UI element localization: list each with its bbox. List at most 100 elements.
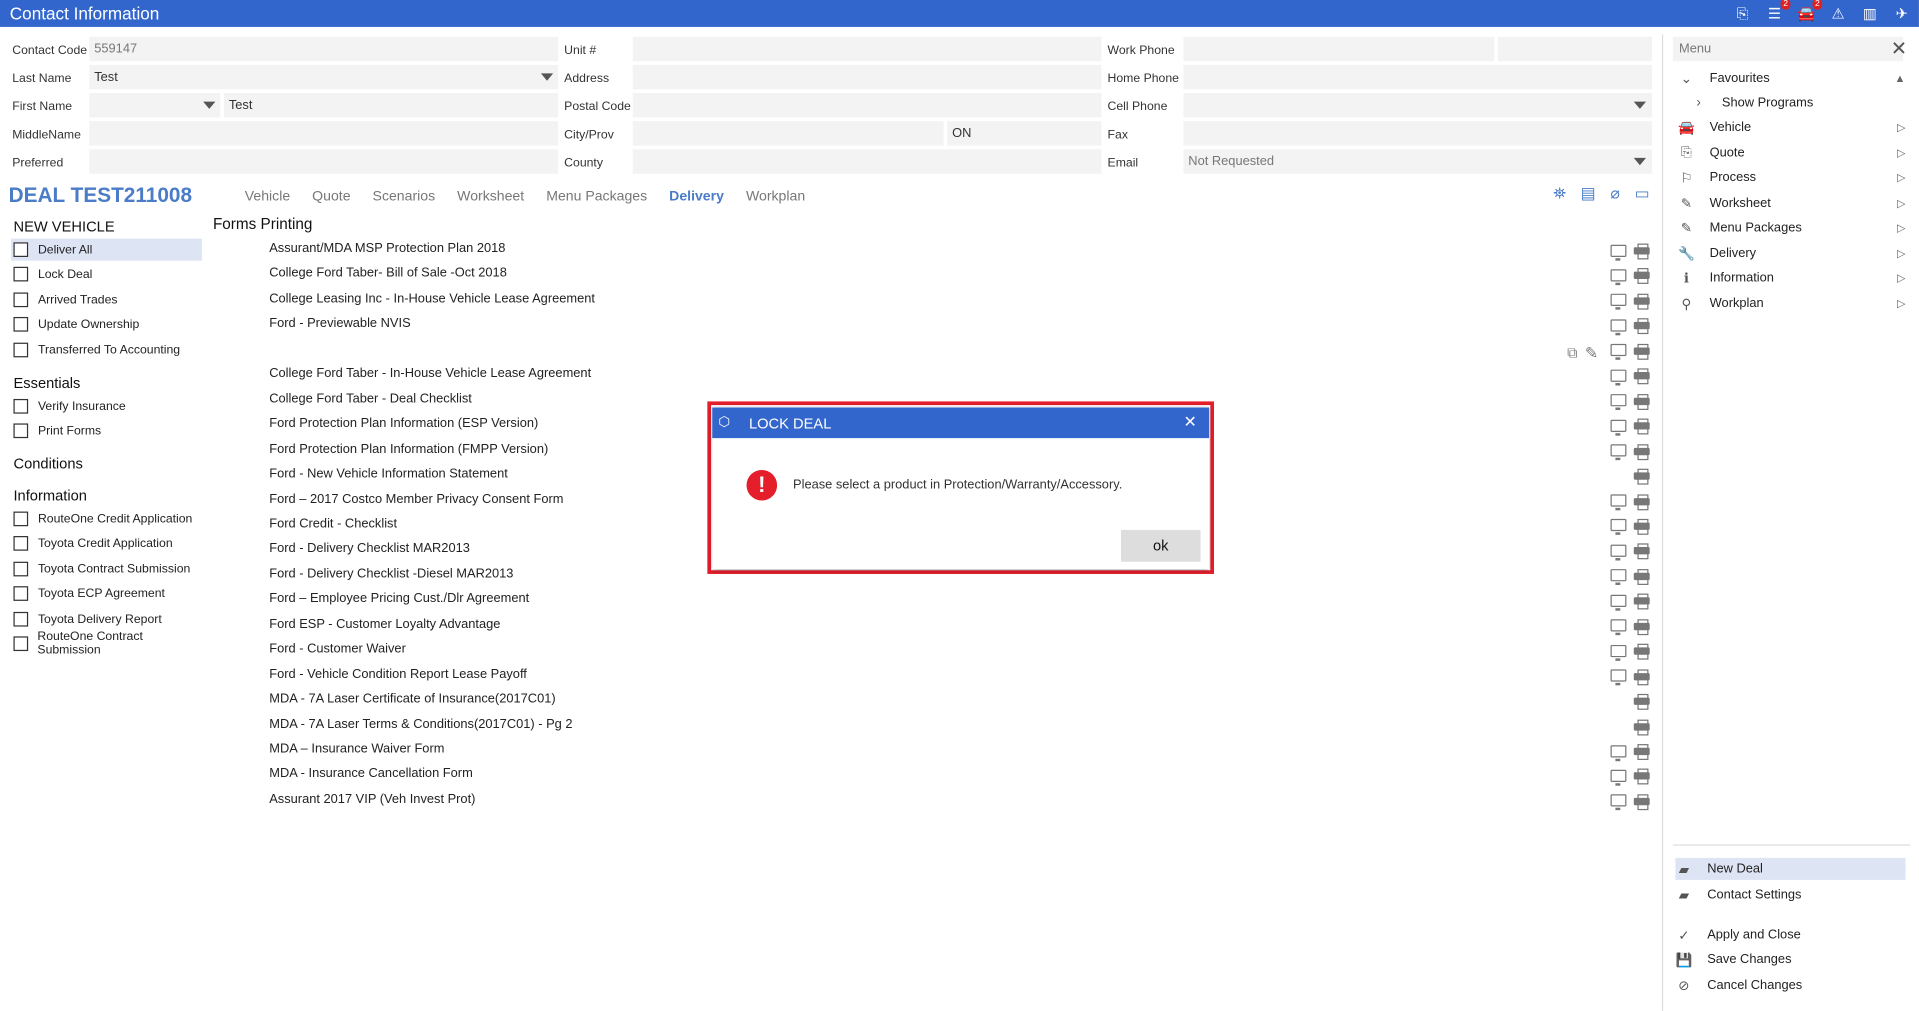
printer-icon[interactable] (1633, 293, 1650, 310)
first-name-field[interactable]: Test (223, 93, 559, 118)
printer-icon[interactable] (1633, 518, 1650, 535)
preview-monitor-icon[interactable] (1610, 294, 1627, 311)
printer-icon[interactable] (1633, 343, 1650, 360)
cell-phone-dropdown-icon[interactable] (1633, 101, 1647, 109)
printer-icon[interactable] (1633, 694, 1650, 710)
checkbox[interactable] (13, 636, 28, 652)
preview-monitor-icon[interactable] (1610, 369, 1627, 386)
list-icon[interactable]: ☰ 2 (1765, 0, 1791, 24)
form-item[interactable]: College Leasing Inc - In-House Vehicle L… (269, 291, 595, 306)
checklist-item[interactable]: Arrived Trades (11, 289, 202, 311)
menu-item-delivery[interactable]: 🔧 Delivery ▷ (1678, 242, 1905, 264)
preview-monitor-icon[interactable] (1610, 394, 1627, 411)
expand-arrow-icon[interactable]: ▷ (1897, 121, 1905, 134)
checkbox[interactable] (13, 398, 29, 414)
document-icon[interactable]: ▤ (1581, 184, 1596, 204)
checkbox[interactable] (13, 342, 29, 358)
preview-doc-icon[interactable]: ⧉ (1567, 344, 1577, 362)
form-item[interactable]: Ford - New Vehicle Information Statement (269, 466, 508, 481)
close-icon[interactable]: ✕ (1891, 37, 1907, 61)
printer-icon[interactable] (1633, 618, 1650, 635)
last-name-dropdown-icon[interactable] (540, 73, 554, 81)
tab-menu-packages[interactable]: Menu Packages (546, 190, 647, 205)
menu-search-input[interactable]: Menu (1672, 36, 1904, 62)
checklist-item[interactable]: Verify Insurance (11, 395, 202, 417)
printer-icon[interactable] (1633, 368, 1650, 385)
form-item[interactable]: College Ford Taber- Bill of Sale -Oct 20… (269, 266, 507, 281)
printer-icon[interactable] (1633, 643, 1650, 660)
checkbox[interactable] (13, 316, 29, 332)
cell-phone-field[interactable] (1183, 93, 1653, 118)
form-item[interactable]: MDA - 7A Laser Terms & Conditions(2017C0… (269, 717, 572, 732)
preview-monitor-icon[interactable] (1610, 769, 1627, 786)
printer-icon[interactable] (1633, 443, 1650, 460)
preview-monitor-icon[interactable] (1610, 419, 1627, 436)
checkbox[interactable] (13, 242, 29, 257)
last-name-field[interactable]: Test (89, 64, 559, 90)
preview-monitor-icon[interactable] (1610, 544, 1627, 561)
province-field[interactable]: ON (947, 121, 1102, 146)
expand-arrow-icon[interactable]: ▷ (1897, 297, 1905, 310)
checklist-item[interactable]: RouteOne Credit Application (11, 508, 202, 530)
preview-monitor-icon[interactable] (1610, 669, 1627, 686)
printer-icon[interactable] (1633, 668, 1650, 685)
preview-monitor-icon[interactable] (1610, 744, 1627, 761)
form-item[interactable]: College Ford Taber - Deal Checklist (269, 391, 472, 406)
fax-field[interactable] (1183, 121, 1653, 146)
form-item[interactable]: Ford - Vehicle Condition Report Lease Pa… (269, 667, 527, 682)
form-item[interactable]: Ford - Delivery Checklist -Diesel MAR201… (269, 566, 513, 581)
email-field[interactable]: Not Requested (1183, 149, 1653, 174)
preview-monitor-icon[interactable] (1610, 319, 1627, 336)
menu-item-workplan[interactable]: ⚲ Workplan ▷ (1678, 292, 1905, 314)
menu-item-quote[interactable]: ⎘ Quote ▷ (1678, 142, 1905, 164)
printer-icon[interactable] (1633, 418, 1650, 435)
printer-icon[interactable] (1633, 468, 1650, 485)
menu-action-apply-and-close[interactable]: ✓ Apply and Close (1675, 924, 1905, 946)
checkbox[interactable] (13, 292, 29, 308)
expand-arrow-icon[interactable]: ▷ (1897, 271, 1905, 284)
form-item[interactable]: Assurant/MDA MSP Protection Plan 2018 (269, 241, 505, 256)
printer-icon[interactable] (1633, 318, 1650, 335)
form-item[interactable]: Ford Protection Plan Information (ESP Ve… (269, 416, 538, 431)
printer-icon[interactable] (1633, 593, 1650, 610)
checklist-item[interactable]: Toyota Contract Submission (11, 558, 202, 580)
menu-action-cancel-changes[interactable]: ⊘ Cancel Changes (1675, 974, 1905, 996)
tab-workplan[interactable]: Workplan (746, 190, 805, 205)
preview-monitor-icon[interactable] (1610, 494, 1627, 511)
checklist-item[interactable]: Transferred To Accounting (11, 339, 202, 361)
preview-monitor-icon[interactable] (1610, 519, 1627, 536)
warning-icon[interactable]: ⚠ (1828, 4, 1848, 24)
form-item[interactable]: Ford – 2017 Costco Member Privacy Consen… (269, 491, 563, 506)
tab-worksheet[interactable]: Worksheet (457, 190, 524, 205)
form-item[interactable]: MDA – Insurance Waiver Form (269, 742, 444, 757)
menu-action-contact-settings[interactable]: ▰ Contact Settings (1675, 884, 1905, 906)
edit-pencil-icon[interactable]: ✎ (1585, 344, 1598, 364)
car-icon[interactable]: 🚘 2 (1797, 0, 1823, 24)
printer-icon[interactable] (1633, 794, 1650, 811)
printer-icon[interactable] (1633, 493, 1650, 510)
collapse-arrow-icon[interactable]: ▲ (1895, 72, 1906, 84)
postal-code-field[interactable] (632, 93, 1102, 118)
printer-icon[interactable] (1633, 268, 1650, 285)
tab-quote[interactable]: Quote (312, 190, 350, 205)
menu-item-menu-packages[interactable]: ✎ Menu Packages ▷ (1678, 217, 1906, 239)
tab-vehicle[interactable]: Vehicle (245, 190, 290, 205)
checklist-item[interactable]: Print Forms (11, 420, 202, 442)
county-field[interactable] (632, 149, 1102, 174)
link-doc-icon[interactable]: ⎘ (1733, 4, 1753, 24)
preview-monitor-icon[interactable] (1610, 619, 1627, 636)
paperclip-icon[interactable]: ⌀ (1610, 184, 1620, 204)
printer-icon[interactable] (1633, 719, 1650, 735)
tag-icon[interactable]: ⛯ (1553, 184, 1566, 204)
checklist-item[interactable]: Lock Deal (11, 263, 202, 285)
form-item[interactable]: Assurant 2017 VIP (Veh Invest Prot) (269, 792, 475, 807)
form-item[interactable]: Ford ESP - Customer Loyalty Advantage (269, 616, 500, 631)
preview-monitor-icon[interactable] (1610, 269, 1627, 286)
preview-monitor-icon[interactable] (1610, 794, 1627, 811)
checkbox[interactable] (13, 423, 29, 439)
form-item[interactable]: Ford Credit - Checklist (269, 516, 397, 531)
tab-scenarios[interactable]: Scenarios (373, 190, 436, 205)
checklist-item[interactable]: Toyota Credit Application (11, 532, 202, 554)
checkbox[interactable] (13, 266, 29, 282)
first-name-title-select[interactable] (89, 93, 221, 118)
